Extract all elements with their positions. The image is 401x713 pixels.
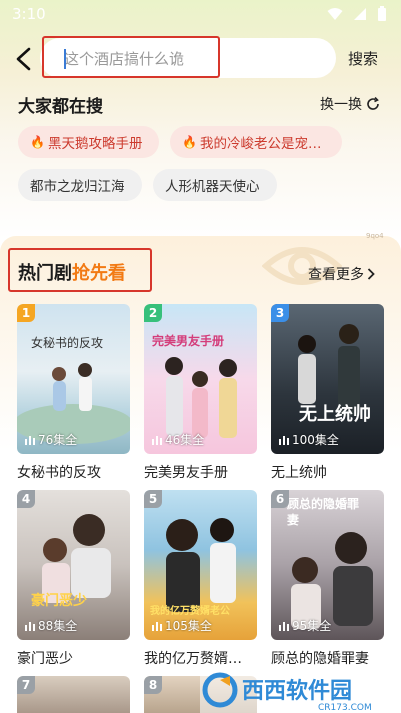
search-button[interactable]: 搜索 <box>348 48 378 69</box>
wifi-icon <box>327 8 343 20</box>
episode-label: 100集全 <box>292 433 339 447</box>
poster-title-text: 无上统帅 <box>299 404 371 425</box>
tag-label: 人形机器天使心 <box>165 179 260 195</box>
hot-tag[interactable]: 都市之龙归江海 <box>18 169 142 201</box>
hot-tag[interactable]: 🔥 我的冷峻老公是宠… <box>170 126 342 158</box>
section-title-accent: 抢先看 <box>72 263 126 284</box>
site-watermark-logo: 西西软件园 CR173.COM <box>200 668 400 713</box>
rank-badge: 6 <box>271 490 289 508</box>
poster-title-text: 我的亿万赘婿老公 <box>150 606 230 617</box>
drama-poster: 我的亿万赘婿老公 5 105集全 <box>144 490 257 640</box>
bars-icon <box>152 621 162 631</box>
drama-poster: 7 <box>17 676 130 713</box>
rank-badge: 3 <box>271 304 289 322</box>
back-arrow-icon[interactable] <box>12 46 36 72</box>
episode-label: 105集全 <box>165 619 212 633</box>
episode-count: 105集全 <box>152 617 212 634</box>
rank-badge: 8 <box>144 676 162 694</box>
rank-badge: 7 <box>17 676 35 694</box>
fire-icon: 🔥 <box>30 135 45 149</box>
episode-count: 100集全 <box>279 431 339 448</box>
drama-title: 无上统帅 <box>271 465 327 481</box>
rank-badge: 1 <box>17 304 35 322</box>
episode-count: 88集全 <box>25 617 77 634</box>
poster-title-text: 顾总的隐婚罪妻 <box>287 497 360 527</box>
drama-title: 我的亿万赘婿… <box>144 651 242 667</box>
rank-badge: 2 <box>144 304 162 322</box>
signal-icon <box>354 8 366 20</box>
rank-badge: 5 <box>144 490 162 508</box>
episode-label: 46集全 <box>165 433 205 447</box>
status-time: 3:10 <box>12 5 46 23</box>
poster-title-text: 豪门恶少 <box>31 593 87 609</box>
bars-icon <box>279 621 289 631</box>
hot-tag[interactable]: 🔥 黑天鹅攻略手册 <box>18 126 159 158</box>
hot-tag[interactable]: 人形机器天使心 <box>153 169 277 201</box>
status-bar: 3:10 <box>0 0 401 28</box>
episode-count: 76集全 <box>25 431 77 448</box>
bars-icon <box>25 435 35 445</box>
drama-title: 女秘书的反攻 <box>17 465 101 481</box>
battery-icon <box>378 6 386 21</box>
episode-count: 46集全 <box>152 431 204 448</box>
drama-title: 顾总的隐婚罪妻 <box>271 651 369 667</box>
tag-label: 都市之龙归江海 <box>30 179 125 195</box>
drama-title: 豪门恶少 <box>17 651 73 667</box>
drama-title: 完美男友手册 <box>144 465 228 481</box>
text-caret <box>64 49 66 69</box>
episode-count: 95集全 <box>279 617 331 634</box>
fire-icon: 🔥 <box>182 135 197 149</box>
tag-label: 黑天鹅攻略手册 <box>47 136 143 152</box>
refresh-label: 换一换 <box>320 97 362 113</box>
section-title: 热门剧抢先看 <box>8 248 152 292</box>
refresh-button[interactable]: 换一换 <box>320 94 380 114</box>
episode-label: 88集全 <box>38 619 78 633</box>
chevron-right-icon <box>367 268 375 280</box>
view-more-link[interactable]: 查看更多 <box>308 264 375 284</box>
rank-badge: 4 <box>17 490 35 508</box>
tag-label: 我的冷峻老公是宠… <box>199 136 322 152</box>
hot-search-title: 大家都在搜 <box>18 97 103 117</box>
drama-poster: 顾总的隐婚罪妻 6 95集全 <box>271 490 384 640</box>
search-input[interactable] <box>64 48 264 70</box>
search-box[interactable] <box>40 36 336 78</box>
refresh-icon <box>367 97 379 110</box>
watermark-name: 西西软件园 <box>242 678 352 704</box>
watermark-site: CR173.COM <box>318 703 372 713</box>
bars-icon <box>279 435 289 445</box>
section-title-main: 热门剧 <box>18 263 72 284</box>
episode-label: 95集全 <box>292 619 332 633</box>
drama-poster: 完美男友手册 2 46集全 <box>144 304 257 454</box>
poster-title-text: 女秘书的反攻 <box>31 336 104 350</box>
drama-poster: 豪门恶少 4 88集全 <box>17 490 130 640</box>
view-more-label: 查看更多 <box>308 267 364 283</box>
search-bar-row: 搜索 <box>0 36 401 82</box>
drama-poster: 女秘书的反攻 1 76集全 <box>17 304 130 454</box>
bars-icon <box>152 435 162 445</box>
episode-label: 76集全 <box>38 433 78 447</box>
drama-poster: 无上统帅 3 100集全 <box>271 304 384 454</box>
bars-icon <box>25 621 35 631</box>
small-mark: 9qo4 <box>366 232 384 240</box>
poster-title-text: 完美男友手册 <box>152 334 225 348</box>
